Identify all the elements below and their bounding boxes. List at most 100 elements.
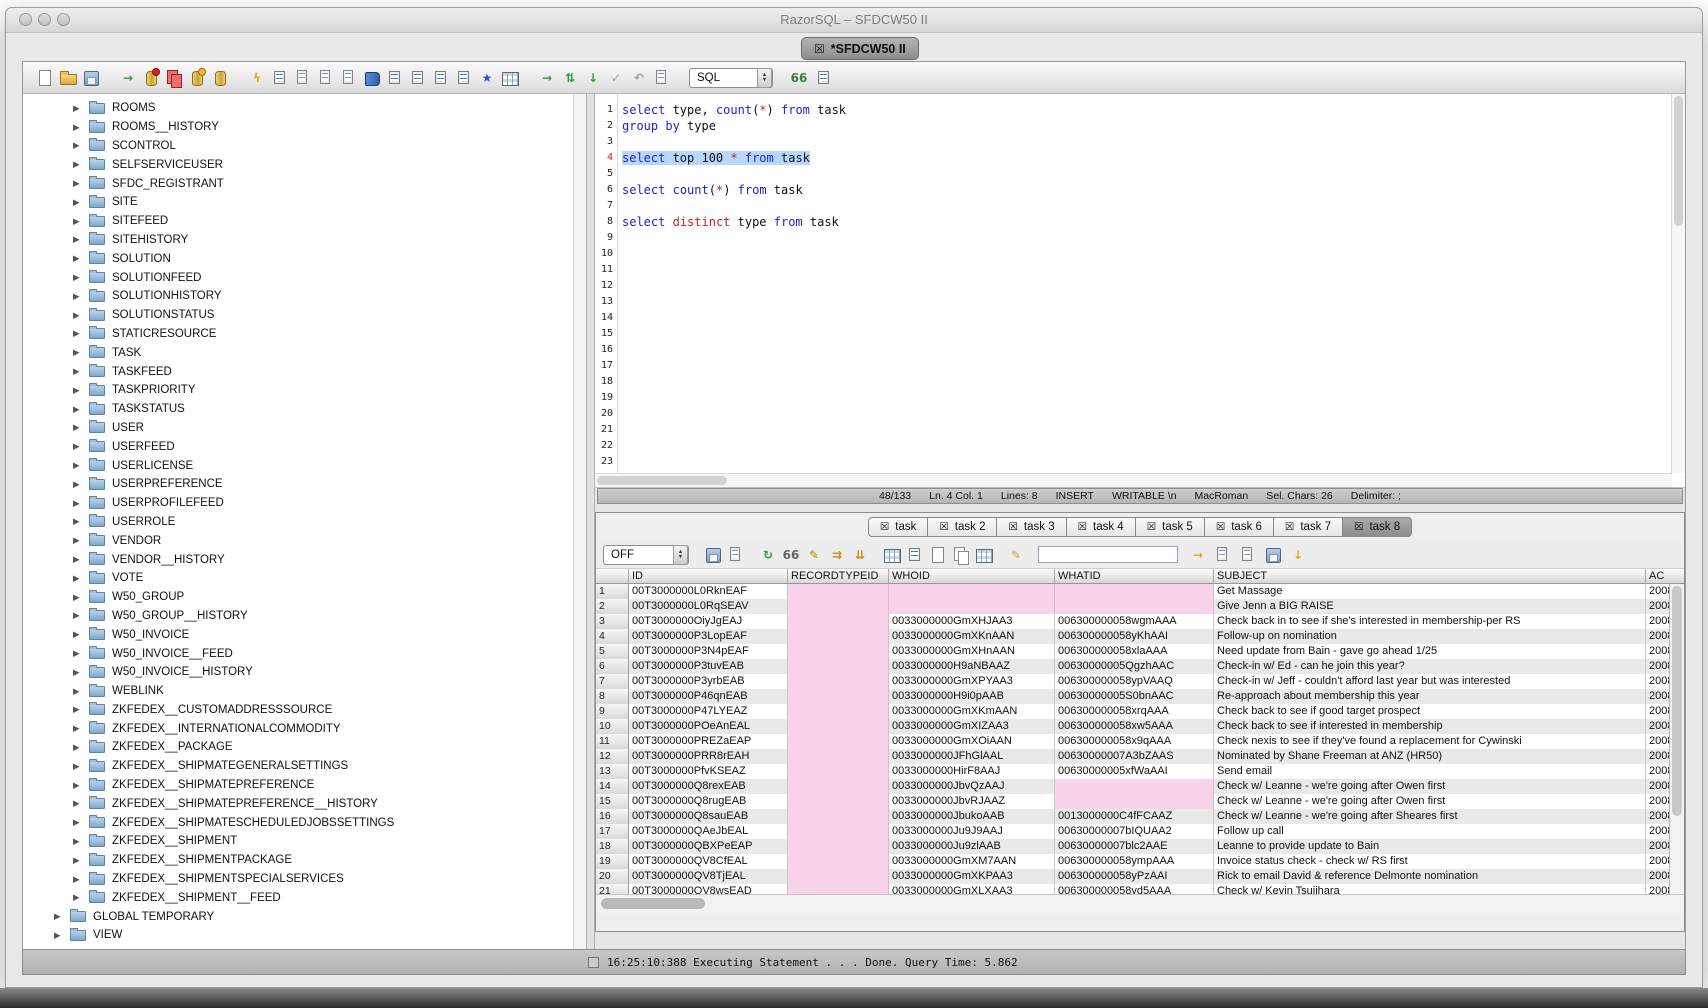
grid-cell[interactable] [1055,779,1214,794]
grid-view-icon[interactable] [814,68,834,88]
grid-cell[interactable]: Follow up call [1214,824,1646,839]
disclosure-triangle-icon[interactable]: ▶ [73,836,83,847]
tree-item-userrole[interactable]: ▶USERROLE [23,513,586,532]
disclosure-triangle-icon[interactable]: ▶ [73,892,83,903]
tree-item-sitefeed[interactable]: ▶SITEFEED [23,212,586,231]
disclosure-triangle-icon[interactable]: ▶ [73,253,83,264]
sort-columns-icon[interactable] [726,545,746,565]
grid-cell[interactable]: 0033000000GmXKmAAN [889,704,1055,719]
grid-cell[interactable]: 00T3000000P46qnEAB [629,689,788,704]
disclosure-triangle-icon[interactable]: ▶ [73,234,83,245]
grid-cell[interactable]: Check-in w/ Ed - can he join this year? [1214,659,1646,674]
close-result-tab-icon[interactable]: ☒ [1354,521,1363,533]
grid-cell[interactable]: Check-in w/ Jeff - couldn't afford last … [1214,674,1646,689]
table-row[interactable]: 100T3000000L0RknEAFGet Massage2008 [596,584,1684,599]
grid-cell[interactable]: Nominated by Shane Freeman at ANZ (HR50) [1214,749,1646,764]
tree-item-zkfedex__shipmatescheduledjobssettings[interactable]: ▶ZKFEDEX__SHIPMATESCHEDULEDJOBSSETTINGS [23,813,586,832]
grid-cell[interactable]: 00T3000000Q8rexEAB [629,779,788,794]
disclosure-triangle-icon[interactable]: ▶ [54,930,64,941]
grid-cell[interactable]: 006300000058yPzAAI [1055,869,1214,884]
columns-list-icon[interactable] [905,545,925,565]
export-list-icon[interactable] [408,68,428,88]
disclosure-triangle-icon[interactable]: ▶ [73,648,83,659]
editor-vscrollbar[interactable] [1671,94,1685,473]
grid-cell[interactable]: 00T3000000L0RknEAF [629,584,788,599]
grid-cell[interactable]: Rick to email David & reference Delmonte… [1214,869,1646,884]
disclosure-triangle-icon[interactable]: ▶ [73,347,83,358]
grid-cell[interactable]: Check back to see if good target prospec… [1214,704,1646,719]
tree-item-task[interactable]: ▶TASK [23,343,586,362]
grid-vscrollbar[interactable] [1669,584,1684,913]
disclosure-triangle-icon[interactable]: ▶ [73,761,83,772]
table-row[interactable]: 400T3000000P3LopEAF0033000000GmXKnAAN006… [596,629,1684,644]
grid-column-header-subject[interactable]: SUBJECT [1214,569,1646,584]
minimize-window-button[interactable] [38,13,51,26]
table-row[interactable]: 2000T3000000QV8TjEAL0033000000GmXKPAA300… [596,869,1684,884]
tree-item-zkfedex__internationalcommodity[interactable]: ▶ZKFEDEX__INTERNATIONALCOMMODITY [23,719,586,738]
grid-vscroll-thumb[interactable] [1672,586,1682,816]
grid-cell[interactable] [788,689,889,704]
tree-item-rooms__history[interactable]: ▶ROOMS__HISTORY [23,118,586,137]
duplicate-red-icon[interactable] [164,68,184,88]
save-file-icon[interactable] [81,68,101,88]
disclosure-triangle-icon[interactable]: ▶ [73,441,83,452]
grid-cell[interactable]: 006300000058ympAAA [1055,854,1214,869]
code-line[interactable]: select distinct type from task [622,214,1669,230]
run-icon[interactable]: → [537,68,557,88]
code-line[interactable] [622,310,1669,326]
result-tab-task-7[interactable]: ☒task 7 [1273,517,1343,537]
database-icon[interactable] [210,68,230,88]
grid-cell[interactable]: 00630000005xfWaAAI [1055,764,1214,779]
grid-cell[interactable]: 006300000058wgmAAA [1055,614,1214,629]
grid-cell[interactable]: 006300000058xrqAAA [1055,704,1214,719]
grid-cell[interactable]: Check nexis to see if they've found a re… [1214,734,1646,749]
grid-cell[interactable]: 00T3000000QV8TjEAL [629,869,788,884]
grid-cell[interactable]: Check back to see if interested in membe… [1214,719,1646,734]
code-line[interactable] [622,326,1669,342]
export-results-icon[interactable] [1213,545,1233,565]
result-tab-task-2[interactable]: ☒task 2 [927,517,997,537]
grid-cell[interactable] [788,674,889,689]
edit-page-icon[interactable] [293,68,313,88]
disconnect-icon[interactable] [141,68,161,88]
grid-column-header-recordtypeid[interactable]: RECORDTYPEID [788,569,889,584]
tree-item-zkfedex__customaddresssource[interactable]: ▶ZKFEDEX__CUSTOMADDRESSSOURCE [23,701,586,720]
grid-cell[interactable]: 00630000007A3bZAAS [1055,749,1214,764]
editor-hscroll-thumb[interactable] [597,476,727,485]
disclosure-triangle-icon[interactable]: ▶ [73,197,83,208]
sql-editor[interactable]: 1234567891011121314151617181920212223 se… [595,94,1685,488]
tree-item-scontrol[interactable]: ▶SCONTROL [23,137,586,156]
grid-cell[interactable]: 006300000058xw5AAA [1055,719,1214,734]
close-result-tab-icon[interactable]: ☒ [1147,521,1156,533]
grid-cell[interactable]: 00T3000000QBXPeEAP [629,839,788,854]
tree-item-w50_invoice__history[interactable]: ▶W50_INVOICE__HISTORY [23,663,586,682]
tree-item-zkfedex__shipmentspecialservices[interactable]: ▶ZKFEDEX__SHIPMENTSPECIALSERVICES [23,870,586,889]
tree-item-site[interactable]: ▶SITE [23,193,586,212]
favorites-star-icon[interactable]: ★ [477,68,497,88]
code-line[interactable] [622,374,1669,390]
swap-direction-icon[interactable]: ⇅ [560,68,580,88]
grid-cell[interactable] [788,749,889,764]
disclosure-triangle-icon[interactable]: ▶ [73,573,83,584]
disclosure-triangle-icon[interactable]: ▶ [73,723,83,734]
tree-item-w50_invoice__feed[interactable]: ▶W50_INVOICE__FEED [23,644,586,663]
grid-cell[interactable]: 0033000000Ju9zlAAB [889,839,1055,854]
close-result-tab-icon[interactable]: ☒ [1216,521,1225,533]
grid-cell[interactable]: 00T3000000OiyJgEAJ [629,614,788,629]
code-line[interactable] [622,342,1669,358]
save-grid-icon[interactable] [1263,545,1283,565]
table-row[interactable]: 1200T3000000PRR8rEAH0033000000JFhGlAAL00… [596,749,1684,764]
close-tab-icon[interactable]: ☒ [814,42,825,56]
panel-splitter[interactable] [586,94,595,950]
close-window-button[interactable] [19,13,32,26]
disclosure-triangle-icon[interactable]: ▶ [73,366,83,377]
tree-item-vendor__history[interactable]: ▶VENDOR__HISTORY [23,550,586,569]
code-line[interactable] [622,438,1669,454]
grid-column-header-ac[interactable]: AC [1646,569,1684,584]
code-line[interactable] [622,406,1669,422]
grid-cell[interactable]: Leanne to provide update to Bain [1214,839,1646,854]
view-glasses-icon[interactable]: 66 [781,545,801,565]
sort-list-icon[interactable] [431,68,451,88]
export-table-icon[interactable] [500,68,520,88]
tree-item-userpreference[interactable]: ▶USERPREFERENCE [23,475,586,494]
